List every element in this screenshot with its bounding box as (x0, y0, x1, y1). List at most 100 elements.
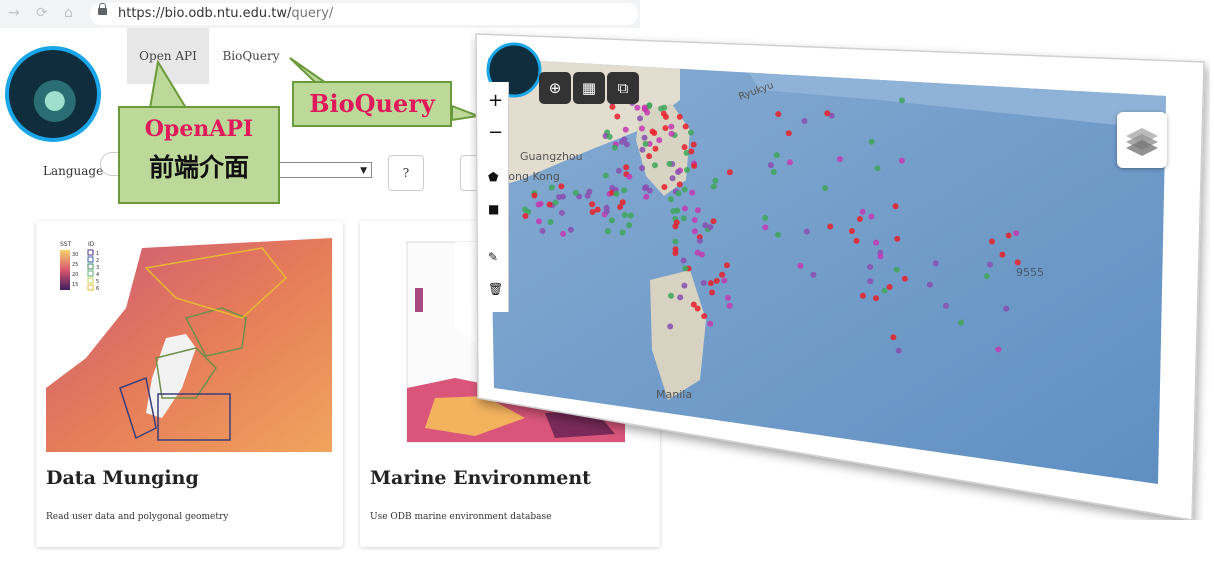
occurrence-point[interactable] (681, 144, 688, 151)
occurrence-point[interactable] (656, 137, 663, 144)
occurrence-point[interactable] (877, 253, 884, 260)
occurrence-point[interactable] (848, 227, 855, 234)
occurrence-point[interactable] (614, 113, 621, 120)
occurrence-point[interactable] (775, 111, 782, 118)
occurrence-point[interactable] (658, 105, 665, 112)
occurrence-point[interactable] (667, 323, 674, 330)
occurrence-point[interactable] (694, 249, 701, 256)
occurrence-point[interactable] (987, 261, 994, 268)
home-icon[interactable]: ⌂ (64, 5, 73, 21)
occurrence-point[interactable] (589, 209, 596, 216)
occurrence-point[interactable] (1003, 305, 1010, 312)
occurrence-point[interactable] (567, 226, 574, 233)
zoom-out-button[interactable]: − (488, 122, 503, 143)
occurrence-point[interactable] (652, 145, 659, 152)
occurrence-point[interactable] (676, 181, 683, 188)
occurrence-point[interactable] (687, 129, 694, 136)
occurrence-point[interactable] (672, 246, 679, 253)
occurrence-point[interactable] (681, 282, 688, 289)
occurrence-point[interactable] (622, 126, 629, 133)
occurrence-point[interactable] (707, 320, 714, 327)
occurrence-point[interactable] (881, 287, 888, 294)
occurrence-point[interactable] (677, 294, 684, 301)
occurrence-point[interactable] (651, 162, 658, 169)
occurrence-point[interactable] (589, 201, 596, 208)
occurrence-point[interactable] (649, 128, 656, 135)
occurrence-point[interactable] (701, 313, 708, 320)
occurrence-point[interactable] (810, 271, 817, 278)
occurrence-point[interactable] (942, 302, 949, 309)
occurrence-point[interactable] (713, 277, 720, 284)
occurrence-point[interactable] (726, 169, 733, 176)
occurrence-point[interactable] (691, 228, 698, 235)
occurrence-point[interactable] (690, 301, 697, 308)
occurrence-point[interactable] (886, 284, 893, 291)
occurrence-point[interactable] (611, 144, 618, 151)
occurrence-point[interactable] (901, 275, 908, 282)
occurrence-point[interactable] (602, 172, 609, 179)
occurrence-point[interactable] (892, 203, 899, 210)
occurrence-point[interactable] (619, 229, 626, 236)
occurrence-point[interactable] (627, 212, 634, 219)
occurrence-point[interactable] (668, 196, 675, 203)
occurrence-point[interactable] (983, 273, 990, 280)
occurrence-point[interactable] (999, 251, 1006, 258)
occurrence-point[interactable] (558, 209, 565, 216)
occurrence-point[interactable] (522, 206, 529, 213)
occurrence-point[interactable] (668, 130, 675, 137)
occurrence-point[interactable] (867, 264, 874, 271)
occurrence-point[interactable] (626, 222, 633, 229)
polygon-icon[interactable]: ⬟ (488, 170, 498, 184)
tab-bioquery[interactable]: BioQuery (212, 28, 290, 84)
occurrence-point[interactable] (689, 189, 696, 196)
occurrence-point[interactable] (675, 190, 682, 197)
occurrence-point[interactable] (615, 167, 622, 174)
occurrence-point[interactable] (1014, 259, 1021, 266)
occurrence-point[interactable] (558, 183, 565, 190)
occurrence-point[interactable] (995, 346, 1002, 353)
occurrence-point[interactable] (859, 208, 866, 215)
occurrence-point[interactable] (668, 292, 675, 299)
back-icon[interactable]: → (8, 5, 20, 21)
occurrence-point[interactable] (797, 262, 804, 269)
card-data-munging[interactable]: SST ID 30 25 20 15 123456 Data Munging R… (36, 221, 343, 547)
occurrence-point[interactable] (824, 110, 831, 117)
occurrence-point[interactable] (613, 190, 620, 197)
occurrence-point[interactable] (691, 162, 698, 169)
occurrence-point[interactable] (710, 183, 717, 190)
occurrence-point[interactable] (594, 206, 601, 213)
grid-icon[interactable]: ▦ (573, 72, 605, 104)
screenshot-icon[interactable]: ⧉ (607, 72, 639, 104)
occurrence-point[interactable] (572, 189, 579, 196)
tab-open-api[interactable]: Open API (127, 28, 209, 84)
occurrence-point[interactable] (872, 295, 879, 302)
occurrence-point[interactable] (641, 134, 648, 141)
occurrence-point[interactable] (661, 183, 668, 190)
occurrence-point[interactable] (682, 265, 689, 272)
occurrence-point[interactable] (893, 266, 900, 273)
occurrence-point[interactable] (674, 207, 681, 214)
occurrence-point[interactable] (639, 165, 646, 172)
occurrence-point[interactable] (785, 130, 792, 137)
occurrence-point[interactable] (603, 208, 610, 215)
occurrence-point[interactable] (868, 138, 875, 145)
occurrence-point[interactable] (853, 237, 860, 244)
occurrence-point[interactable] (767, 162, 774, 169)
occurrence-point[interactable] (535, 218, 542, 225)
occurrence-point[interactable] (681, 186, 688, 193)
occurrence-point[interactable] (894, 235, 901, 242)
occurrence-point[interactable] (710, 218, 717, 225)
site-logo[interactable] (5, 46, 101, 142)
occurrence-point[interactable] (890, 334, 897, 341)
occurrence-point[interactable] (621, 136, 628, 143)
occurrence-point[interactable] (770, 169, 777, 176)
occurrence-point[interactable] (606, 133, 613, 140)
occurrence-point[interactable] (827, 223, 834, 230)
occurrence-point[interactable] (522, 212, 529, 219)
occurrence-point[interactable] (684, 167, 691, 174)
occurrence-point[interactable] (932, 260, 939, 267)
occurrence-point[interactable] (668, 123, 675, 130)
occurrence-point[interactable] (641, 104, 648, 111)
occurrence-point[interactable] (1005, 232, 1012, 239)
occurrence-point[interactable] (874, 165, 881, 172)
